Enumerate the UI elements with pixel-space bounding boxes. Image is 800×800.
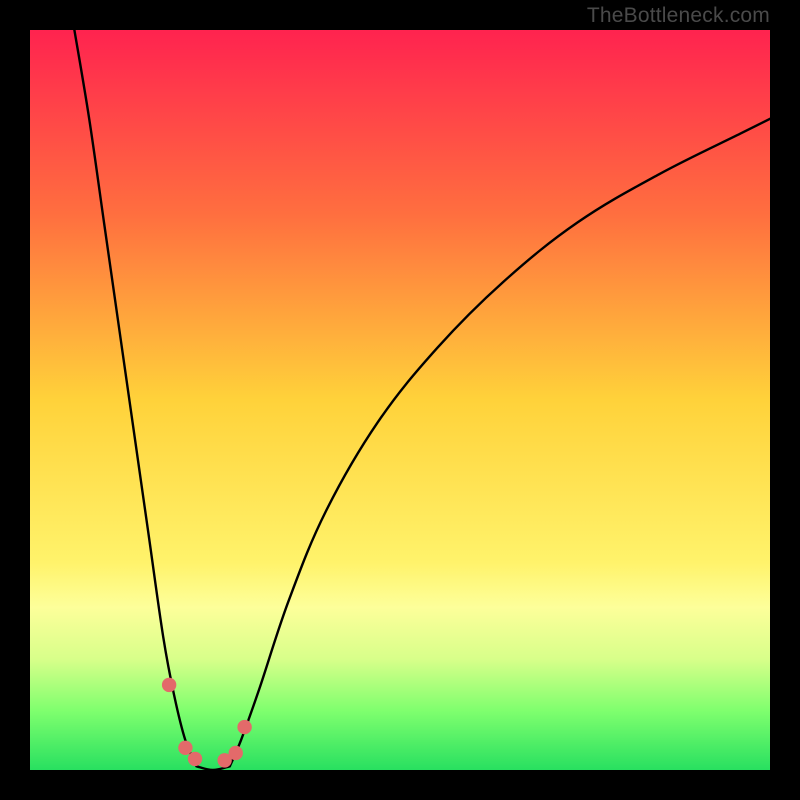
- marker-dot: [162, 678, 176, 692]
- curve-layer: [30, 30, 770, 770]
- right-branch-curve: [230, 119, 770, 767]
- marker-dot: [237, 720, 251, 734]
- plot-area: [30, 30, 770, 770]
- marker-dot: [188, 752, 202, 766]
- watermark-text: TheBottleneck.com: [587, 4, 770, 28]
- marker-dot: [178, 741, 192, 755]
- markers-group: [162, 678, 252, 768]
- marker-dot: [229, 746, 243, 760]
- chart-frame: TheBottleneck.com: [0, 0, 800, 800]
- left-branch-curve: [74, 30, 196, 766]
